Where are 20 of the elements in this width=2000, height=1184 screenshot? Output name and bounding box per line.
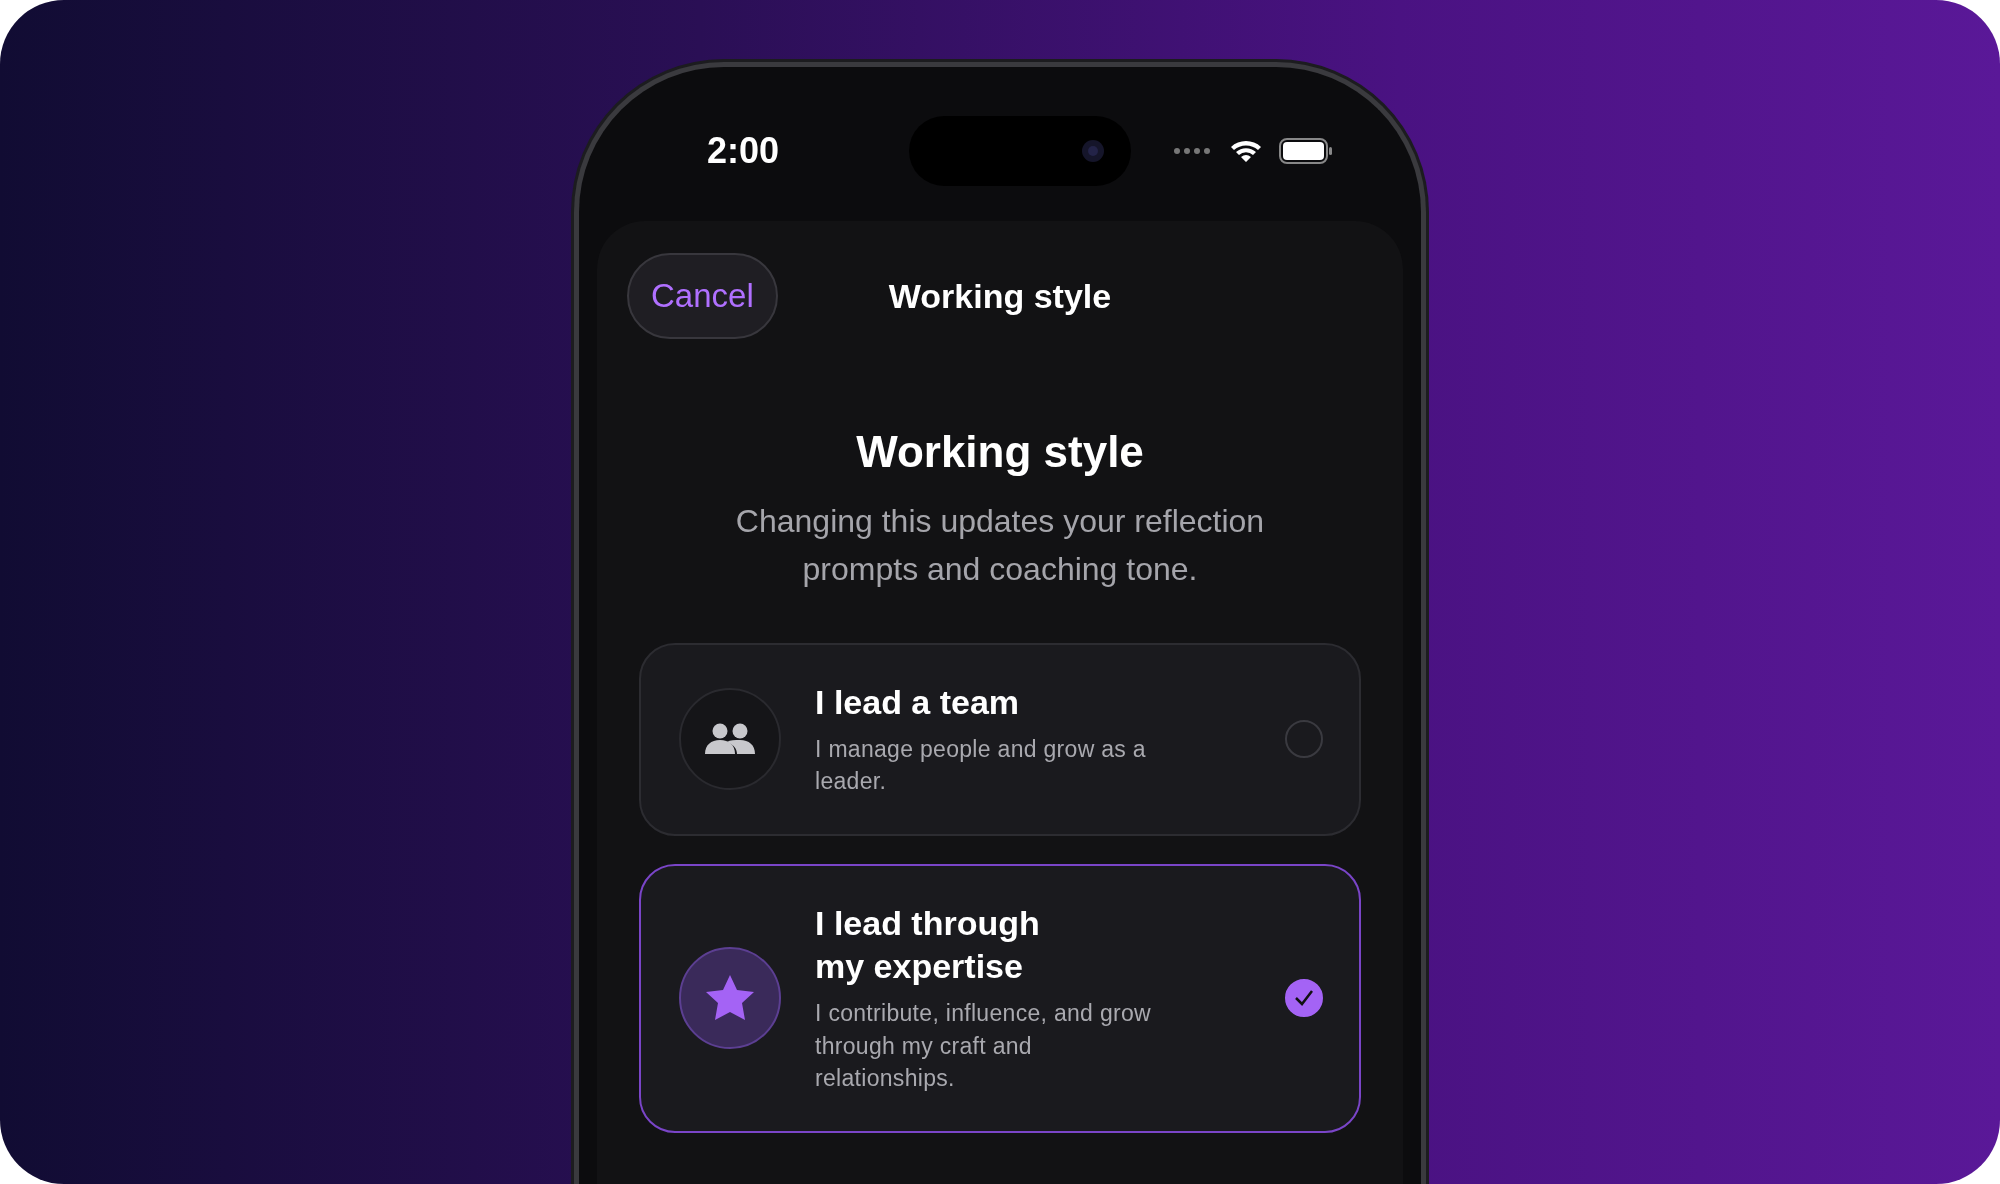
nav-title: Working style xyxy=(888,275,1112,317)
cancel-button[interactable]: Cancel xyxy=(627,253,778,339)
page-heading: Working style xyxy=(855,426,1145,478)
page-subtitle: Changing this updates your reflection prompts and coaching tone. xyxy=(734,502,1266,589)
checkmark-icon xyxy=(1294,989,1314,1008)
radio-button[interactable] xyxy=(1285,720,1323,759)
radio-button[interactable] xyxy=(1285,979,1323,1018)
battery-icon xyxy=(1279,138,1333,164)
option-card[interactable]: I lead a team I manage people and grow as a leader. xyxy=(639,643,1361,836)
camera-icon xyxy=(1080,139,1105,163)
option-description: I contribute, influence, and grow through my craft and relationships. xyxy=(815,998,1152,1094)
star-icon xyxy=(705,974,755,1023)
option-card[interactable]: I lead through my expertise I contribute, influence, and grow through my craft and relationships. xyxy=(639,863,1361,1133)
option-title: I lead through my expertise xyxy=(815,902,1041,988)
people-icon xyxy=(705,722,755,757)
option-title: I lead a team xyxy=(815,682,1021,723)
signal-icon xyxy=(1173,147,1213,155)
status-time: 2:00 xyxy=(707,129,781,173)
wifi-icon xyxy=(1229,138,1263,164)
option-description: I manage people and grow as a leader. xyxy=(815,734,1147,797)
